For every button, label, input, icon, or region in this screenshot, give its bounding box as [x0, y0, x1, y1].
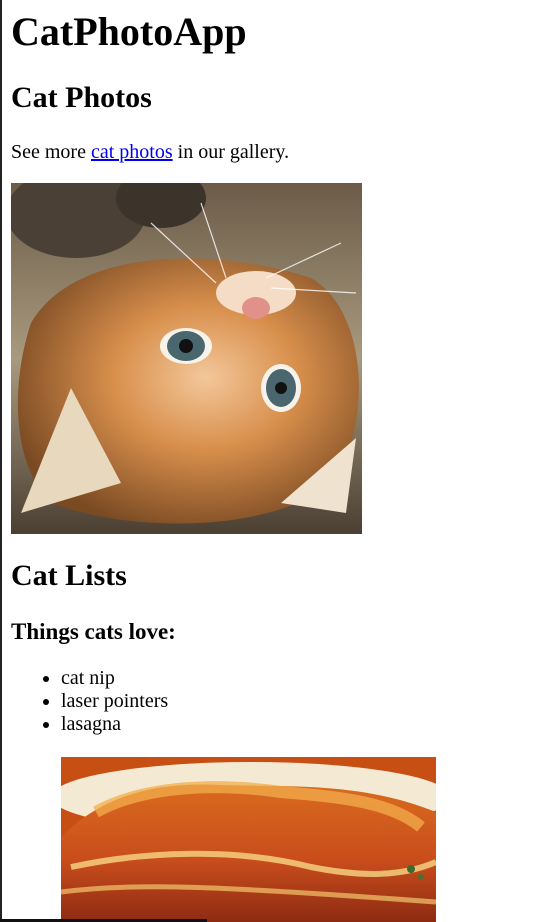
list-item: laser pointers — [61, 690, 168, 713]
gallery-text-suffix: in our gallery. — [172, 141, 290, 163]
lasagna-image — [61, 757, 436, 922]
cat-photos-heading: Cat Photos — [11, 81, 152, 114]
cat-photos-link[interactable]: cat photos — [91, 141, 173, 163]
kitten-photo-link[interactable] — [11, 183, 362, 534]
cat-lists-heading: Cat Lists — [11, 559, 127, 592]
page-left-edge — [0, 0, 2, 922]
list-item: cat nip — [61, 667, 168, 690]
list-item: lasagna — [61, 713, 168, 736]
gallery-text-prefix: See more — [11, 141, 91, 163]
things-cats-love-list: cat nip laser pointers lasagna — [61, 667, 168, 736]
gallery-text: See more cat photos in our gallery. — [11, 140, 289, 164]
kitten-image — [11, 183, 362, 534]
page-title: CatPhotoApp — [11, 9, 247, 54]
things-cats-love-heading: Things cats love: — [11, 619, 176, 644]
